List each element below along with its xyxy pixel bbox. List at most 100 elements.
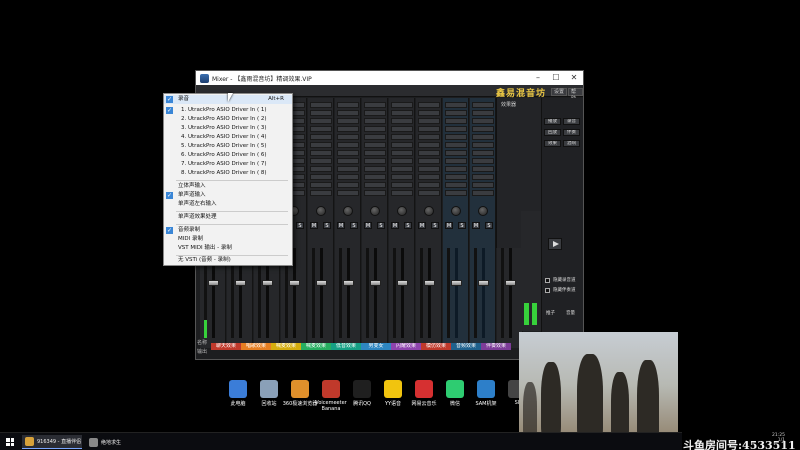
solo-button[interactable]: S bbox=[458, 222, 466, 229]
channel-name-tag[interactable]: 男变女 bbox=[361, 343, 391, 350]
insert-slot[interactable] bbox=[418, 110, 440, 116]
solo-button[interactable]: S bbox=[296, 222, 304, 229]
insert-slot[interactable] bbox=[337, 142, 359, 148]
settings-button[interactable]: 设置 bbox=[551, 88, 568, 96]
solo-button[interactable]: S bbox=[323, 222, 331, 229]
menu-item-input-6[interactable]: 6. UtrackPro ASIO Driver In ( 6) bbox=[164, 151, 292, 160]
insert-slot[interactable] bbox=[337, 158, 359, 164]
taskbar-item-livestream[interactable]: 916349 - 直播伴侣 bbox=[22, 435, 82, 449]
menu-item-no-vsti[interactable]: 无 VSTi (音频 - 录制) bbox=[164, 256, 292, 265]
menu-item-stereo-input[interactable]: 立体声输入 bbox=[164, 182, 292, 191]
insert-slot[interactable] bbox=[445, 142, 467, 148]
insert-slot[interactable] bbox=[310, 134, 332, 140]
pan-knob[interactable] bbox=[478, 206, 488, 216]
solo-button[interactable]: S bbox=[431, 222, 439, 229]
insert-slot[interactable] bbox=[310, 190, 332, 196]
right-button-reverb[interactable]: 混响 bbox=[563, 140, 580, 147]
insert-slot[interactable] bbox=[472, 118, 494, 124]
channel-name-tag[interactable]: 喊麦效果 bbox=[301, 343, 331, 350]
menu-item-input-5[interactable]: 5. UtrackPro ASIO Driver In ( 5) bbox=[164, 142, 292, 151]
insert-slot[interactable] bbox=[418, 102, 440, 108]
menu-item-input-2[interactable]: 2. UtrackPro ASIO Driver In ( 2) bbox=[164, 115, 292, 124]
pan-knob[interactable] bbox=[451, 206, 461, 216]
solo-button[interactable]: S bbox=[350, 222, 358, 229]
solo-button[interactable]: S bbox=[404, 222, 412, 229]
insert-slot[interactable] bbox=[391, 190, 413, 196]
channel-name-tag[interactable]: 模仿效果 bbox=[421, 343, 451, 350]
insert-slot[interactable] bbox=[445, 126, 467, 132]
insert-slot[interactable] bbox=[391, 166, 413, 172]
insert-slot[interactable] bbox=[472, 102, 494, 108]
insert-slot[interactable] bbox=[364, 118, 386, 124]
insert-slot[interactable] bbox=[310, 142, 332, 148]
channel-name-tag[interactable]: 伴奏效果 bbox=[481, 343, 511, 350]
channel-name-tag[interactable]: 闪耀效果 bbox=[391, 343, 421, 350]
insert-slot[interactable] bbox=[391, 110, 413, 116]
volume-fader[interactable] bbox=[262, 280, 273, 286]
insert-slot[interactable] bbox=[391, 142, 413, 148]
volume-fader[interactable] bbox=[505, 280, 516, 286]
insert-slot[interactable] bbox=[418, 118, 440, 124]
right-button-record[interactable]: 录音 bbox=[563, 118, 580, 125]
insert-slot[interactable] bbox=[472, 150, 494, 156]
close-button[interactable]: ✕ bbox=[565, 71, 583, 85]
channel-name-tag[interactable]: 聊天效果 bbox=[211, 343, 241, 350]
mute-button[interactable]: M bbox=[418, 222, 426, 229]
help-button[interactable]: 帮助 bbox=[568, 88, 583, 102]
insert-slot[interactable] bbox=[391, 102, 413, 108]
insert-slot[interactable] bbox=[472, 174, 494, 180]
hide-accompany-checkbox[interactable] bbox=[545, 288, 550, 293]
mute-button[interactable]: M bbox=[472, 222, 480, 229]
channel-name-tag[interactable]: 音频效果 bbox=[451, 343, 481, 350]
insert-slot[interactable] bbox=[310, 158, 332, 164]
insert-slot[interactable] bbox=[472, 166, 494, 172]
insert-slot[interactable] bbox=[364, 142, 386, 148]
insert-slot[interactable] bbox=[310, 118, 332, 124]
mute-button[interactable]: M bbox=[391, 222, 399, 229]
insert-slot[interactable] bbox=[445, 182, 467, 188]
insert-slot[interactable] bbox=[364, 182, 386, 188]
insert-slot[interactable] bbox=[310, 102, 332, 108]
insert-slot[interactable] bbox=[391, 134, 413, 140]
volume-fader[interactable] bbox=[343, 280, 354, 286]
insert-slot[interactable] bbox=[445, 174, 467, 180]
mute-button[interactable]: M bbox=[310, 222, 318, 229]
volume-fader[interactable] bbox=[208, 280, 219, 286]
insert-slot[interactable] bbox=[310, 110, 332, 116]
right-button-effect[interactable]: 效果 bbox=[544, 140, 561, 147]
maximize-button[interactable]: ☐ bbox=[547, 71, 565, 85]
menu-item-vst-midi-out[interactable]: VST MIDI 输出 - 录制 bbox=[164, 244, 292, 253]
insert-slot[interactable] bbox=[337, 118, 359, 124]
volume-fader[interactable] bbox=[289, 280, 300, 286]
insert-slot[interactable] bbox=[472, 134, 494, 140]
insert-slot[interactable] bbox=[445, 118, 467, 124]
menu-item-input-3[interactable]: 3. UtrackPro ASIO Driver In ( 3) bbox=[164, 124, 292, 133]
insert-slot[interactable] bbox=[391, 158, 413, 164]
insert-slot[interactable] bbox=[337, 126, 359, 132]
insert-slot[interactable] bbox=[391, 182, 413, 188]
insert-slot[interactable] bbox=[337, 174, 359, 180]
insert-slot[interactable] bbox=[445, 190, 467, 196]
insert-slot[interactable] bbox=[337, 134, 359, 140]
insert-slot[interactable] bbox=[472, 190, 494, 196]
insert-slot[interactable] bbox=[445, 110, 467, 116]
solo-button[interactable]: S bbox=[485, 222, 493, 229]
insert-slot[interactable] bbox=[364, 110, 386, 116]
insert-slot[interactable] bbox=[337, 110, 359, 116]
volume-fader[interactable] bbox=[451, 280, 462, 286]
insert-slot[interactable] bbox=[337, 166, 359, 172]
pan-knob[interactable] bbox=[316, 206, 326, 216]
insert-slot[interactable] bbox=[310, 126, 332, 132]
play-icon[interactable] bbox=[548, 238, 562, 250]
insert-slot[interactable] bbox=[337, 150, 359, 156]
menu-item-mono-input[interactable]: ✓ 单声道输入 bbox=[164, 191, 292, 200]
insert-slot[interactable] bbox=[418, 174, 440, 180]
pan-knob[interactable] bbox=[343, 206, 353, 216]
menu-item-input-1[interactable]: ✓ 1. UtrackPro ASIO Driver In ( 1) bbox=[164, 106, 292, 115]
insert-slot[interactable] bbox=[445, 150, 467, 156]
windows-start-icon[interactable] bbox=[6, 438, 14, 446]
insert-slot[interactable] bbox=[445, 158, 467, 164]
insert-slot[interactable] bbox=[418, 126, 440, 132]
insert-slot[interactable] bbox=[391, 174, 413, 180]
insert-slot[interactable] bbox=[472, 158, 494, 164]
